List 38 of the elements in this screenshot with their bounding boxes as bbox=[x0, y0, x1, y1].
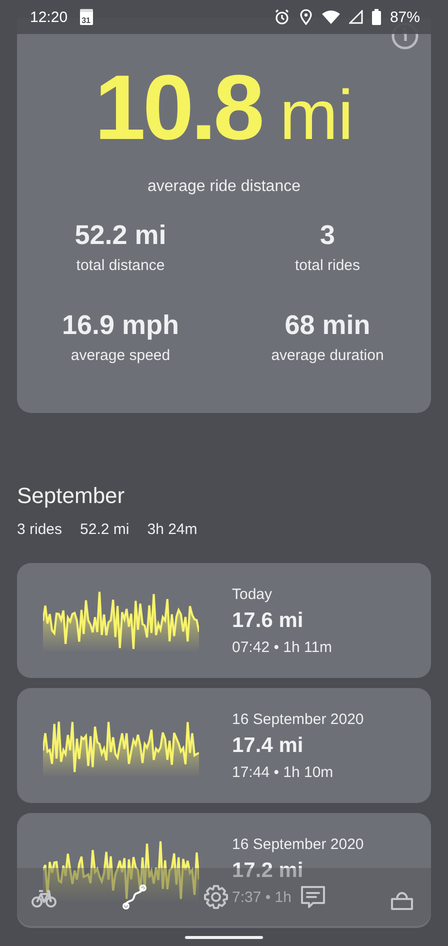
ride-distance: 17.2 mi bbox=[232, 858, 304, 882]
battery-icon bbox=[372, 9, 381, 25]
stat-label: average speed bbox=[70, 347, 170, 364]
alarm-icon bbox=[274, 9, 290, 25]
ride-distance: 17.6 mi bbox=[232, 608, 304, 632]
month-total: 3h 24m bbox=[147, 521, 198, 538]
stat-label: average duration bbox=[271, 347, 384, 364]
ride-distance: 17.4 mi bbox=[232, 734, 304, 758]
stat-label: total rides bbox=[294, 257, 360, 274]
signal-icon bbox=[348, 10, 363, 24]
ride-card[interactable]: 16 September 2020 17.2 mi 7:37 • 1h bbox=[17, 813, 431, 928]
chat-icon[interactable] bbox=[299, 883, 327, 911]
route-icon[interactable] bbox=[121, 883, 149, 911]
battery-percent: 87% bbox=[390, 8, 420, 26]
headline-value: 10.8 bbox=[94, 62, 262, 154]
stat-value: 3 bbox=[320, 220, 336, 251]
calendar-icon: 31 bbox=[80, 9, 93, 25]
ride-date: Today bbox=[232, 586, 272, 602]
ride-card[interactable]: 16 September 2020 17.4 mi 17:44 • 1h 10m bbox=[17, 688, 431, 803]
ride-details: 7:37 • 1h bbox=[232, 888, 292, 906]
ride-date: 16 September 2020 bbox=[232, 710, 364, 728]
month-title: September bbox=[17, 483, 126, 509]
stat-value: 68 min bbox=[284, 310, 370, 341]
month-total: 3 rides bbox=[17, 521, 62, 538]
headline-label: average ride distance bbox=[148, 178, 300, 196]
ride-date: 16 September 2020 bbox=[232, 836, 364, 852]
headline-unit: mi bbox=[280, 80, 354, 150]
ride-details: 07:42 • 1h 11m bbox=[232, 638, 332, 656]
month-total: 52.2 mi bbox=[80, 521, 130, 538]
wifi-icon bbox=[322, 10, 340, 24]
stat-label: total distance bbox=[76, 257, 165, 274]
ride-card[interactable]: Today 17.6 mi 07:42 • 1h 11m bbox=[17, 563, 431, 678]
settings-icon[interactable] bbox=[202, 883, 230, 911]
location-icon bbox=[298, 9, 313, 25]
status-time: 12:20 bbox=[30, 8, 68, 26]
ride-details: 17:44 • 1h 10m bbox=[232, 764, 334, 780]
stat-value: 16.9 mph bbox=[62, 310, 180, 341]
stat-value: 52.2 mi bbox=[74, 220, 166, 251]
